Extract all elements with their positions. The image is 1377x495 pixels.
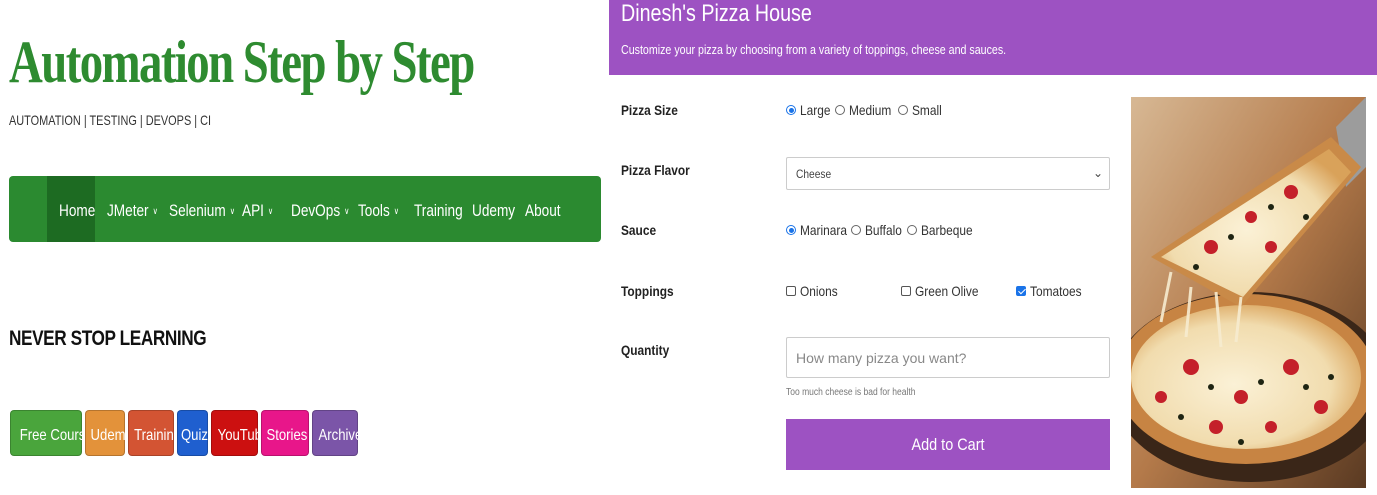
udemy-button[interactable]: Udemy [85,410,132,456]
chevron-down-icon: ∨ [229,206,235,216]
quiz-button[interactable]: Quiz [177,410,208,456]
quantity-hint: Too much cheese is bad for health [786,387,916,398]
sauce-barbeque-radio[interactable]: Barbeque [907,221,982,238]
toppings-label: Toppings [621,283,674,299]
chevron-down-icon: ∨ [152,206,158,216]
youtube-button[interactable]: YouTube [211,410,269,456]
stories-button[interactable]: Stories [261,410,309,456]
site-tagline: AUTOMATION | TESTING | DEVOPS | CI [9,112,212,128]
checkbox-checked-icon [1016,286,1026,297]
chevron-down-icon: ∨ [344,206,350,216]
size-medium-radio[interactable]: Medium [835,101,899,118]
size-small-radio[interactable]: Small [898,101,947,118]
checkbox-icon [786,286,796,297]
size-large-radio[interactable]: Large [786,101,836,118]
training-button[interactable]: Training [128,410,181,456]
nav-item-about[interactable]: About [525,176,561,242]
pizza-photo [1131,97,1366,488]
nav-item-udemy[interactable]: Udemy [472,176,515,242]
chevron-down-icon: ⌄ [1092,166,1103,180]
quantity-input[interactable] [786,337,1110,378]
nav-item-training[interactable]: Training [414,176,463,242]
radio-icon [898,105,908,116]
site-title[interactable]: Automation Step by Step [9,26,475,98]
quantity-label: Quantity [621,342,670,358]
nav-item-jmeter[interactable]: JMeter ∨ [107,176,158,242]
slogan-heading: NEVER STOP LEARNING [9,327,207,350]
topping-tomatoes-checkbox[interactable]: Tomatoes [1016,282,1091,299]
pizza-subtitle: Customize your pizza by choosing from a … [621,42,1007,57]
pizza-header: Dinesh's Pizza House Customize your pizz… [609,0,1377,75]
pizza-flavor-value: Cheese [796,167,832,181]
chevron-down-icon: ∨ [267,206,274,216]
radio-icon [835,105,845,116]
add-to-cart-button[interactable]: Add to Cart [786,419,1110,470]
nav-item-tools[interactable]: Tools ∨ [358,176,399,242]
archives-button[interactable]: Archives [312,410,369,456]
radio-icon [907,225,917,236]
radio-checked-icon [786,105,796,116]
chevron-down-icon: ∨ [393,206,400,216]
topping-green-olive-checkbox[interactable]: Green Olive [901,282,990,299]
sauce-marinara-radio[interactable]: Marinara [786,221,855,238]
sauce-label: Sauce [621,222,657,238]
topping-onions-checkbox[interactable]: Onions [786,282,844,299]
main-nav: Home JMeter ∨ Selenium ∨ API ∨ DevOps ∨ Tool… [9,176,601,242]
pizza-flavor-label: Pizza Flavor [621,162,690,178]
free-courses-button[interactable]: Free Courses [10,410,99,456]
pizza-flavor-select[interactable]: Cheese ⌄ [786,157,1110,190]
nav-item-selenium[interactable]: Selenium ∨ [169,176,235,242]
nav-item-home[interactable]: Home [59,176,95,242]
radio-icon [851,225,861,236]
radio-checked-icon [786,225,796,236]
checkbox-icon [901,286,911,297]
pizza-size-label: Pizza Size [621,102,678,118]
nav-item-devops[interactable]: DevOps ∨ [291,176,349,242]
pizza-title: Dinesh's Pizza House [621,0,812,27]
nav-item-api[interactable]: API ∨ [242,176,273,242]
sauce-buffalo-radio[interactable]: Buffalo [851,221,908,238]
